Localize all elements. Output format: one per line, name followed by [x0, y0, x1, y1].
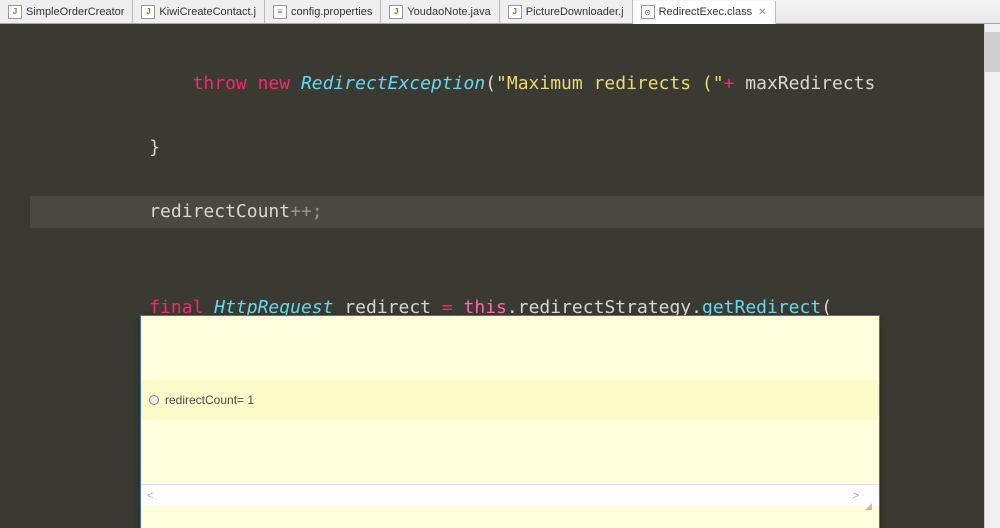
vertical-scrollbar[interactable] — [984, 24, 1000, 528]
editor-wrapper: throw new RedirectException("Maximum red… — [0, 24, 1000, 528]
debug-expression-value: redirectCount= 1 — [165, 384, 254, 416]
class-file-icon: ⊙ — [641, 5, 655, 19]
tab-youdaonote[interactable]: J YoudaoNote.java — [381, 0, 499, 23]
code-editor[interactable]: throw new RedirectException("Maximum red… — [0, 24, 984, 528]
tab-bar: J SimpleOrderCreator J KiwiCreateContact… — [0, 0, 1000, 24]
tab-label: YoudaoNote.java — [407, 6, 490, 18]
kw-throw: throw — [193, 73, 247, 94]
type: RedirectException — [301, 73, 485, 94]
kw-new: new — [258, 73, 291, 94]
java-file-icon: J — [141, 5, 155, 19]
ident: redirectCount — [149, 201, 290, 222]
op-plus: + — [724, 73, 735, 94]
java-file-icon: J — [8, 5, 22, 19]
debug-inspect-popup[interactable]: redirectCount= 1 < > ◢ — [140, 315, 880, 528]
tab-kiwicreatecontact[interactable]: J KiwiCreateContact.j — [133, 0, 265, 23]
tab-label: config.properties — [291, 6, 372, 18]
tab-label: SimpleOrderCreator — [26, 6, 124, 18]
debug-popup-footer: < > ◢ — [141, 484, 879, 506]
tab-label: RedirectExec.class — [659, 6, 753, 18]
java-file-icon: J — [508, 5, 522, 19]
resize-grip-icon[interactable]: ◢ — [865, 490, 877, 502]
chevron-left-icon[interactable]: < — [141, 480, 159, 512]
tab-label: PictureDownloader.j — [526, 6, 624, 18]
tab-label: KiwiCreateContact.j — [159, 6, 256, 18]
scrollbar-thumb[interactable] — [985, 32, 1000, 72]
op-inc: ++; — [290, 201, 323, 222]
java-file-icon: J — [389, 5, 403, 19]
tab-picturedownloader[interactable]: J PictureDownloader.j — [500, 0, 633, 23]
string-literal: "Maximum redirects (" — [496, 73, 724, 94]
properties-file-icon: ≡ — [273, 5, 287, 19]
brace: } — [149, 137, 160, 158]
variable-icon — [149, 395, 159, 405]
tab-configproperties[interactable]: ≡ config.properties — [265, 0, 381, 23]
close-icon[interactable]: ✕ — [758, 7, 766, 18]
chevron-right-icon[interactable]: > — [847, 480, 865, 512]
tab-simpleordercreator[interactable]: J SimpleOrderCreator — [0, 0, 133, 23]
debug-popup-header: redirectCount= 1 — [141, 380, 879, 420]
tab-redirectexec[interactable]: ⊙ RedirectExec.class ✕ — [633, 1, 776, 24]
ident: maxRedirects — [745, 73, 875, 94]
